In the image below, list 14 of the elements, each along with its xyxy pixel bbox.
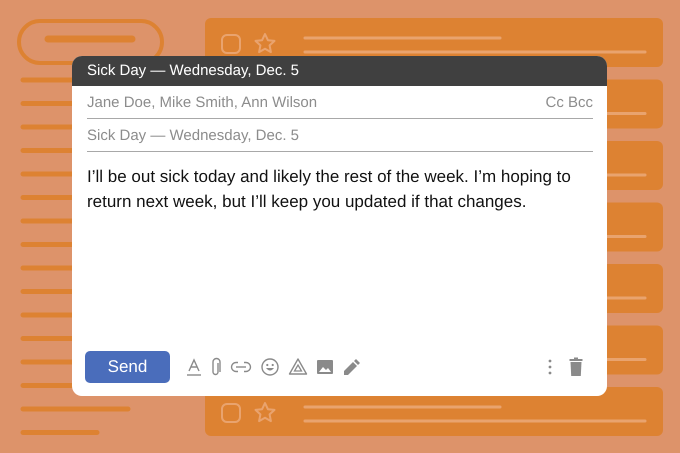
pen-icon[interactable] xyxy=(342,357,360,377)
text-format-icon[interactable] xyxy=(186,357,202,377)
image-icon[interactable] xyxy=(316,357,334,377)
more-options-icon[interactable] xyxy=(547,357,553,377)
recipients-field[interactable]: Jane Doe, Mike Smith, Ann Wilson xyxy=(87,93,318,113)
subject-field[interactable]: Sick Day — Wednesday, Dec. 5 xyxy=(87,126,593,146)
cc-bcc-link[interactable]: Cc Bcc xyxy=(545,93,593,113)
paperclip-icon[interactable] xyxy=(210,357,222,377)
message-body[interactable]: I’ll be out sick today and likely the rest of the week. I’m hoping to return next week, but I’ll keep you updated if that changes. xyxy=(87,164,592,214)
send-button[interactable]: Send xyxy=(85,351,170,383)
triangle-icon[interactable] xyxy=(288,357,308,377)
emoji-icon[interactable] xyxy=(260,357,280,377)
window-title: Sick Day — Wednesday, Dec. 5 xyxy=(72,56,607,86)
trash-icon[interactable] xyxy=(569,357,583,377)
